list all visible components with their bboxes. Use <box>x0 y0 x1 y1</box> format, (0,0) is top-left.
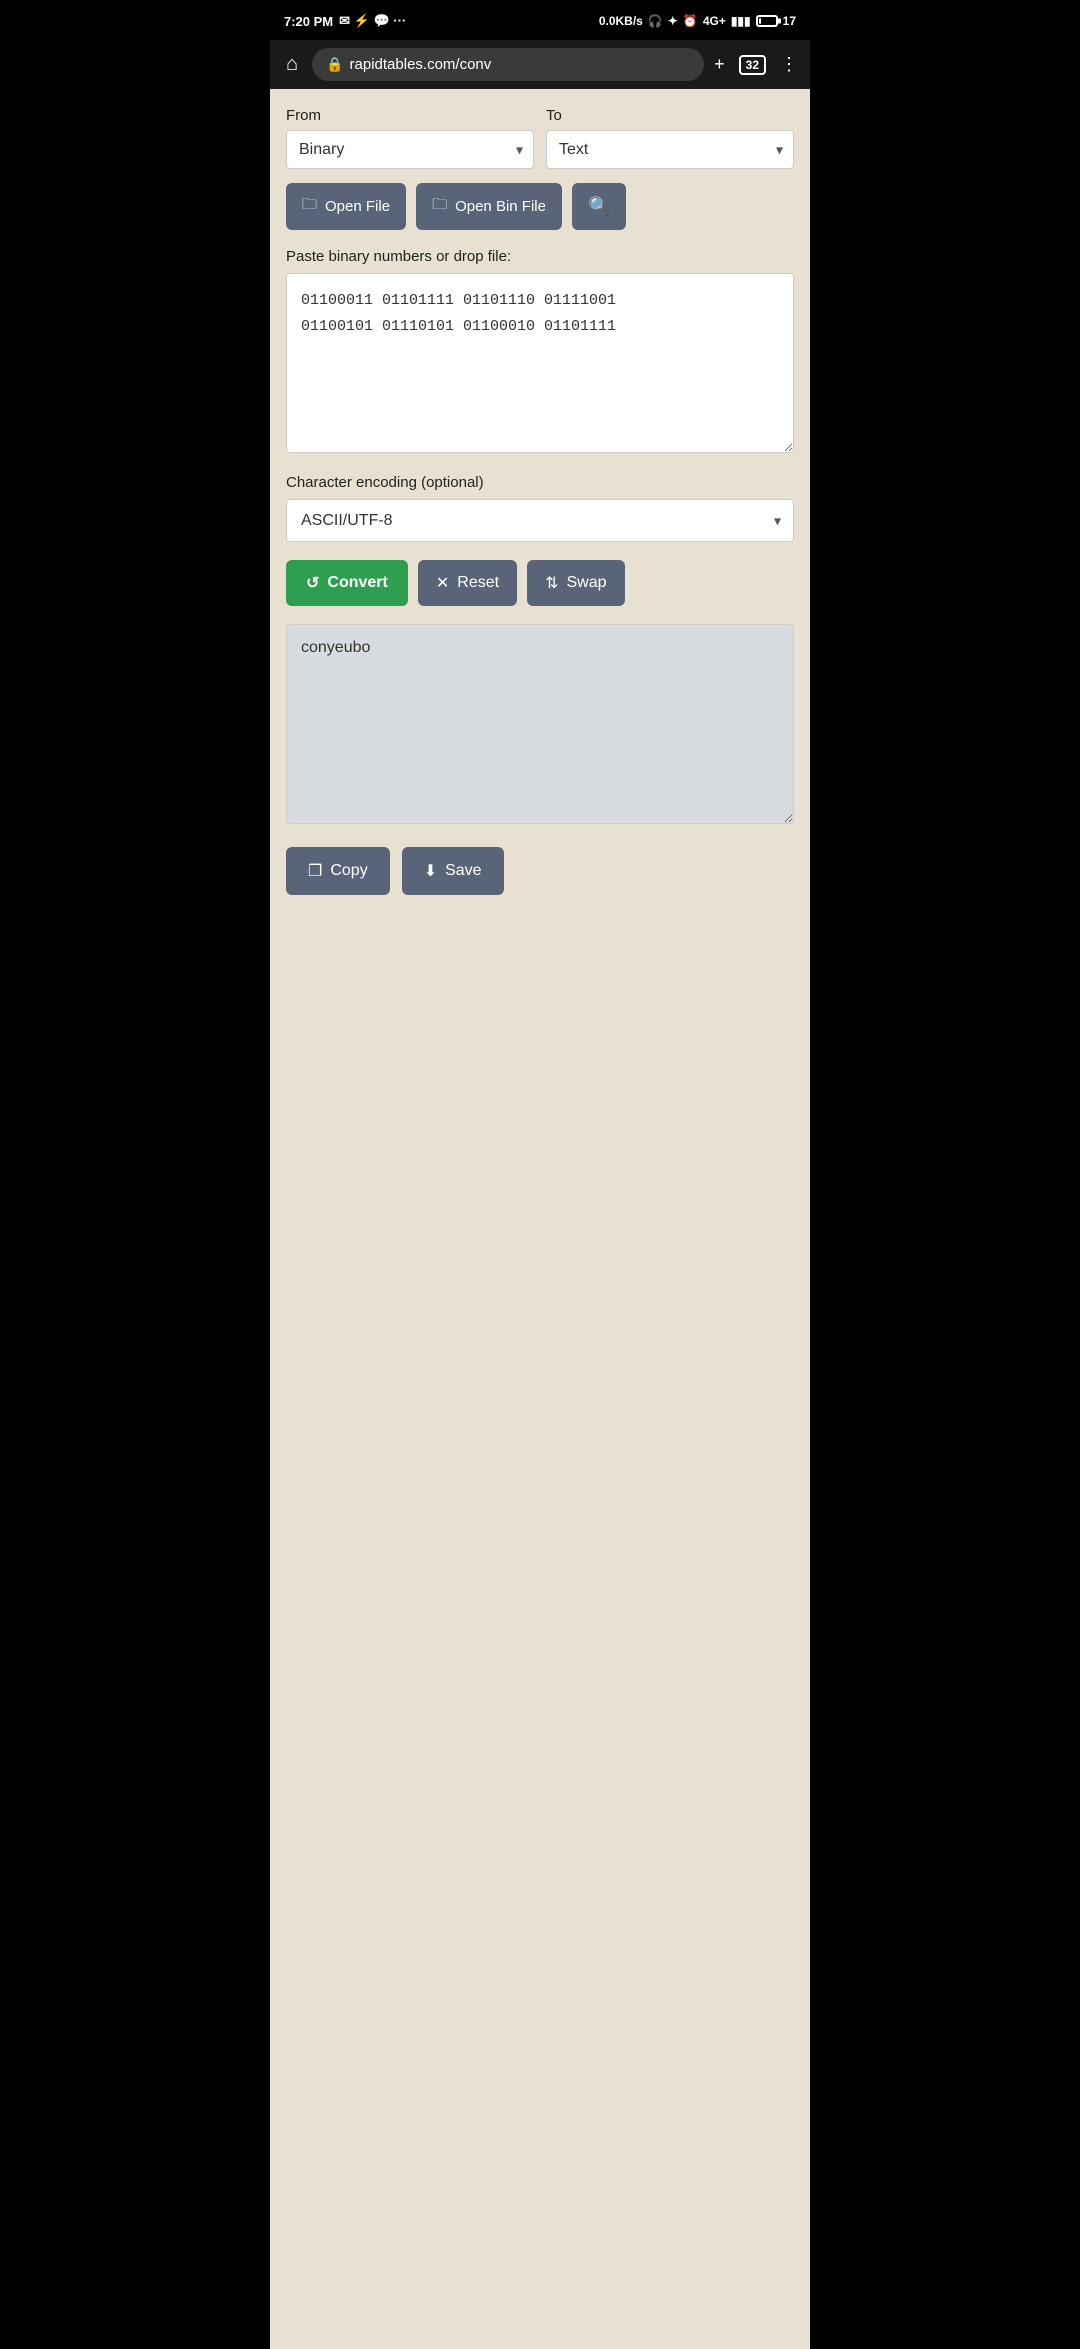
open-bin-file-button[interactable]: 🗀 Open Bin File <box>416 183 562 230</box>
main-content: From Binary Hex Decimal Octal Text ▾ To … <box>270 89 810 2349</box>
lock-icon: 🔒 <box>326 56 343 73</box>
status-time: 7:20 PM <box>284 14 333 29</box>
to-field-group: To Text Hex Decimal Octal Binary ▾ <box>546 107 794 169</box>
save-icon: ⬇ <box>424 861 437 881</box>
swap-button[interactable]: ⇅ Swap <box>527 560 624 606</box>
reset-icon: ✕ <box>436 573 449 593</box>
from-to-row: From Binary Hex Decimal Octal Text ▾ To … <box>286 107 794 169</box>
status-bar: 7:20 PM ✉ ⚡ 💬 ··· 0.0KB/s 🎧 ✦ ⏰ 4G+ ▮▮▮ … <box>270 0 810 40</box>
battery-icon <box>756 15 778 27</box>
to-select-wrapper: Text Hex Decimal Octal Binary ▾ <box>546 130 794 169</box>
output-textarea[interactable]: conyeubo <box>286 624 794 824</box>
input-label: Paste binary numbers or drop file: <box>286 248 794 265</box>
from-label: From <box>286 107 534 124</box>
signal-icon: ▮▮▮ <box>731 14 751 28</box>
open-bin-file-label: Open Bin File <box>455 198 546 215</box>
open-bin-file-icon: 🗀 <box>432 194 447 219</box>
save-label: Save <box>445 862 481 880</box>
swap-icon: ⇅ <box>545 573 558 593</box>
search-button[interactable]: 🔍 <box>572 183 626 230</box>
copy-icon: ❐ <box>308 861 322 881</box>
new-tab-button[interactable]: + <box>714 54 725 75</box>
convert-icon: ↺ <box>306 573 319 593</box>
bluetooth-icon: ✦ <box>668 14 678 28</box>
to-label: To <box>546 107 794 124</box>
action-buttons-row: ↺ Convert ✕ Reset ⇅ Swap <box>286 560 794 606</box>
status-app-icons: ✉ ⚡ 💬 ··· <box>339 13 406 29</box>
browser-chrome: ⌂ 🔒 rapidtables.com/conv + 32 ⋮ <box>270 40 810 89</box>
swap-label: Swap <box>566 574 606 592</box>
open-file-icon: 🗀 <box>302 194 317 219</box>
open-file-label: Open File <box>325 198 390 215</box>
open-file-button[interactable]: 🗀 Open File <box>286 183 406 230</box>
search-icon: 🔍 <box>588 196 610 216</box>
tab-count[interactable]: 32 <box>739 55 766 75</box>
convert-button[interactable]: ↺ Convert <box>286 560 408 606</box>
reset-button[interactable]: ✕ Reset <box>418 560 517 606</box>
encoding-select[interactable]: ASCII/UTF-8 UTF-16 ISO-8859-1 Windows-12… <box>287 500 793 541</box>
network-type-icon: 4G+ <box>703 14 726 28</box>
menu-button[interactable]: ⋮ <box>780 54 798 75</box>
convert-label: Convert <box>327 574 387 592</box>
encoding-label: Character encoding (optional) <box>286 474 794 491</box>
headphone-icon: 🎧 <box>648 14 663 28</box>
url-text: rapidtables.com/conv <box>350 56 492 73</box>
binary-input[interactable]: 01100011 01101111 01101110 01111001 0110… <box>286 273 794 453</box>
from-field-group: From Binary Hex Decimal Octal Text ▾ <box>286 107 534 169</box>
home-button[interactable]: ⌂ <box>282 49 302 80</box>
reset-label: Reset <box>457 574 499 592</box>
network-speed: 0.0KB/s <box>599 14 643 28</box>
file-buttons-row: 🗀 Open File 🗀 Open Bin File 🔍 <box>286 183 794 230</box>
address-bar[interactable]: 🔒 rapidtables.com/conv <box>312 48 704 81</box>
to-select[interactable]: Text Hex Decimal Octal Binary <box>547 131 793 168</box>
alarm-icon: ⏰ <box>683 14 698 28</box>
from-select-wrapper: Binary Hex Decimal Octal Text ▾ <box>286 130 534 169</box>
from-select[interactable]: Binary Hex Decimal Octal Text <box>287 131 533 168</box>
copy-save-row: ❐ Copy ⬇ Save <box>286 847 794 895</box>
copy-button[interactable]: ❐ Copy <box>286 847 390 895</box>
battery-level: 17 <box>783 14 796 28</box>
save-button[interactable]: ⬇ Save <box>402 847 504 895</box>
copy-label: Copy <box>330 862 367 880</box>
encoding-select-wrapper: ASCII/UTF-8 UTF-16 ISO-8859-1 Windows-12… <box>286 499 794 542</box>
chrome-actions: + 32 ⋮ <box>714 54 798 75</box>
